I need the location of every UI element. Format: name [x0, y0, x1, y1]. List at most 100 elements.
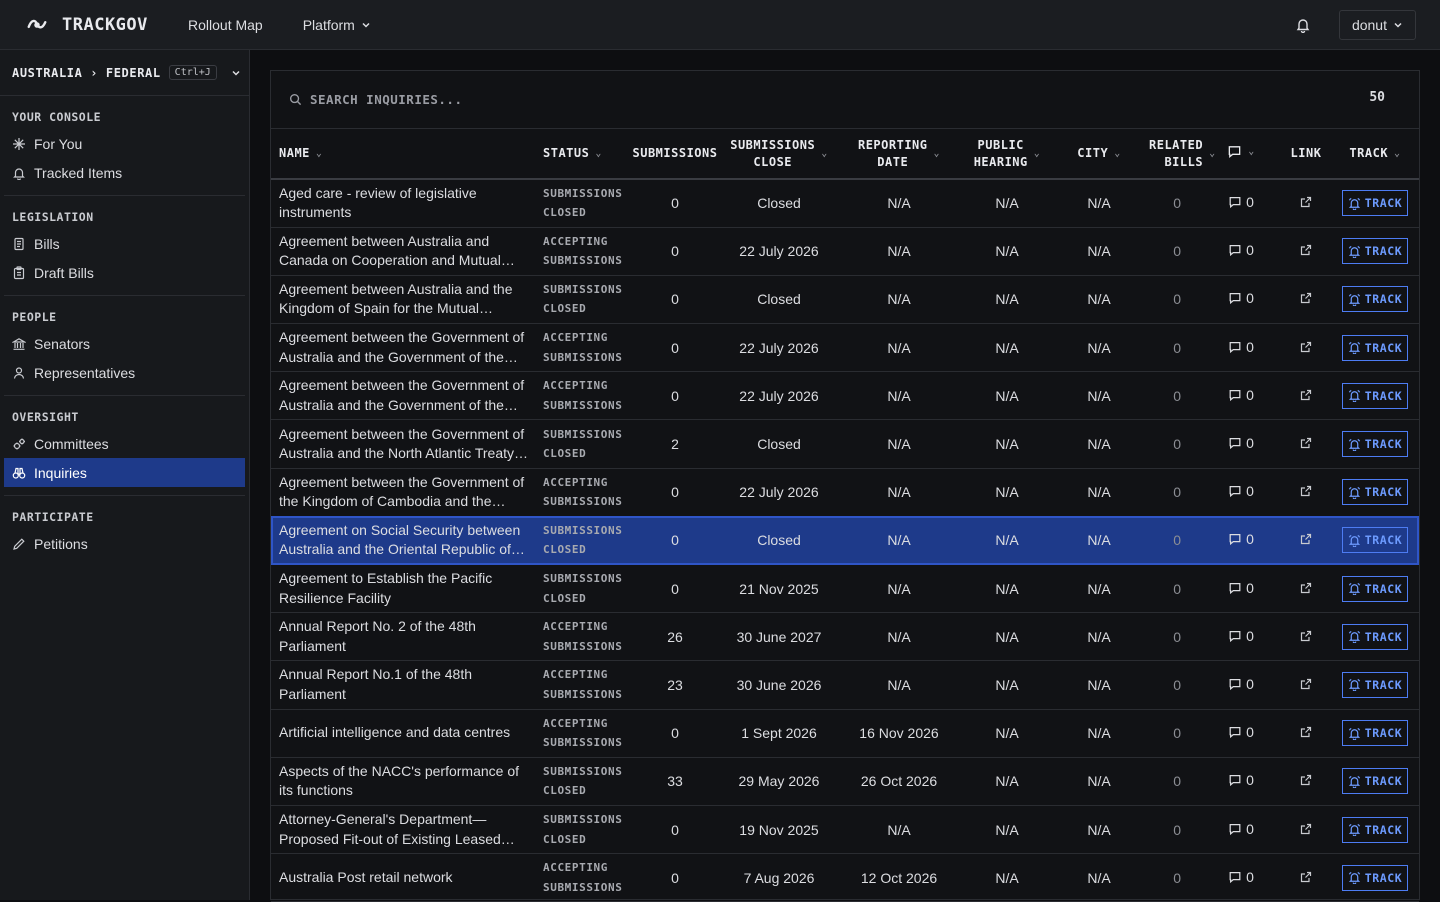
comments-cell[interactable]: 0: [1201, 757, 1281, 805]
external-link-icon[interactable]: [1300, 726, 1312, 738]
inquiry-name[interactable]: Annual Report No.1 of the 48th Parliamen…: [279, 665, 529, 704]
inquiry-name-cell[interactable]: Agreement on Social Security between Aus…: [271, 516, 533, 564]
inquiry-name-cell[interactable]: Attorney-General's Department—Proposed F…: [271, 805, 533, 853]
inquiry-name[interactable]: Aspects of the NACC's performance of its…: [279, 762, 529, 801]
col-header-related-bills[interactable]: RELATED BILLS ⌄: [1149, 129, 1215, 179]
search-input[interactable]: [310, 92, 910, 107]
table-row[interactable]: Aspects of the NACC's performance of its…: [271, 757, 1419, 806]
track-button[interactable]: TRACK: [1341, 671, 1409, 698]
external-link-icon[interactable]: [1300, 774, 1312, 786]
col-header-comments[interactable]: ⌄: [1201, 129, 1281, 179]
comments-cell[interactable]: 0: [1201, 516, 1281, 564]
inquiry-name[interactable]: Annual Report No. 2 of the 48th Parliame…: [279, 617, 529, 656]
table-row[interactable]: Agreement between the Government of Aust…: [271, 420, 1419, 469]
comments-cell[interactable]: 0: [1201, 805, 1281, 853]
inquiry-name-cell[interactable]: Aged care - review of legislative instru…: [271, 179, 533, 227]
col-header-status[interactable]: STATUS ⌄: [533, 129, 625, 179]
sidebar-item-bills[interactable]: Bills: [4, 229, 245, 258]
col-header-public-hearing[interactable]: PUBLIC HEARING ⌄: [965, 129, 1049, 179]
table-row[interactable]: Australia Post retail network ACCEPTING S…: [271, 854, 1419, 902]
notifications-bell-icon[interactable]: [1295, 17, 1311, 33]
track-button[interactable]: TRACK: [1341, 816, 1409, 843]
inquiry-name[interactable]: Agreement between the Government of Aust…: [279, 328, 529, 367]
inquiry-name-cell[interactable]: Agreement between the Government of Aust…: [271, 420, 533, 468]
table-row[interactable]: Agreement between the Government of Aust…: [271, 372, 1419, 420]
sidebar-item-for-you[interactable]: For You: [4, 129, 245, 158]
track-button[interactable]: TRACK: [1341, 334, 1409, 361]
table-row[interactable]: Attorney-General's Department—Proposed F…: [271, 805, 1419, 854]
track-button[interactable]: TRACK: [1341, 623, 1409, 650]
comments-cell[interactable]: 0: [1201, 324, 1281, 372]
track-button[interactable]: TRACK: [1341, 479, 1409, 506]
sidebar-item-senators[interactable]: Senators: [4, 329, 245, 358]
inquiry-name-cell[interactable]: Artificial intelligence and data centres: [271, 709, 533, 757]
inquiry-name-cell[interactable]: Australia Post retail network: [271, 854, 533, 902]
col-header-reporting-date[interactable]: REPORTING DATE ⌄: [833, 129, 965, 179]
inquiry-name-cell[interactable]: Agreement to Establish the Pacific Resil…: [271, 565, 533, 613]
table-row[interactable]: Agreement on Social Security between Aus…: [271, 516, 1419, 565]
external-link-icon[interactable]: [1300, 582, 1312, 594]
inquiry-name-cell[interactable]: Agreement between the Government of the …: [271, 468, 533, 516]
comments-cell[interactable]: 0: [1201, 275, 1281, 323]
table-row[interactable]: Aged care - review of legislative instru…: [271, 179, 1419, 228]
comments-cell[interactable]: 0: [1201, 854, 1281, 902]
external-link-icon[interactable]: [1300, 630, 1312, 642]
inquiry-name[interactable]: Agreement on Social Security between Aus…: [279, 521, 529, 560]
table-row[interactable]: Artificial intelligence and data centres…: [271, 709, 1419, 758]
external-link-icon[interactable]: [1300, 437, 1312, 449]
table-row[interactable]: Agreement to Establish the Pacific Resil…: [271, 565, 1419, 613]
comments-cell[interactable]: 0: [1201, 661, 1281, 709]
comments-cell[interactable]: 0: [1201, 709, 1281, 757]
comments-cell[interactable]: 0: [1201, 179, 1281, 227]
comments-cell[interactable]: 0: [1201, 420, 1281, 468]
user-menu-button[interactable]: donut: [1338, 9, 1416, 40]
external-link-icon[interactable]: [1300, 341, 1312, 353]
inquiry-name[interactable]: Australia Post retail network: [279, 868, 529, 888]
external-link-icon[interactable]: [1300, 871, 1312, 883]
sidebar-item-petitions[interactable]: Petitions: [4, 529, 245, 558]
col-header-track[interactable]: TRACK ⌄: [1331, 129, 1419, 179]
external-link-icon[interactable]: [1300, 823, 1312, 835]
nav-rollout-map[interactable]: Rollout Map: [188, 17, 263, 33]
sidebar-item-inquiries[interactable]: Inquiries: [4, 458, 245, 487]
jurisdiction-switcher[interactable]: AUSTRALIA › FEDERAL Ctrl+J: [0, 50, 249, 96]
external-link-icon[interactable]: [1300, 533, 1312, 545]
inquiry-name[interactable]: Agreement to Establish the Pacific Resil…: [279, 569, 529, 608]
inquiry-name-cell[interactable]: Annual Report No.1 of the 48th Parliamen…: [271, 661, 533, 709]
inquiry-name-cell[interactable]: Agreement between Australia and the King…: [271, 275, 533, 323]
inquiry-name[interactable]: Aged care - review of legislative instru…: [279, 184, 529, 223]
inquiry-name-cell[interactable]: Agreement between the Government of Aust…: [271, 324, 533, 372]
sidebar-item-draft-bills[interactable]: Draft Bills: [4, 258, 245, 287]
logo[interactable]: TRACKGOV: [26, 14, 188, 36]
track-button[interactable]: TRACK: [1341, 527, 1409, 554]
comments-cell[interactable]: 0: [1201, 613, 1281, 661]
table-row[interactable]: Agreement between the Government of the …: [271, 468, 1419, 517]
inquiry-name-cell[interactable]: Aspects of the NACC's performance of its…: [271, 757, 533, 805]
track-button[interactable]: TRACK: [1341, 720, 1409, 747]
table-row[interactable]: Agreement between Australia and the King…: [271, 275, 1419, 324]
external-link-icon[interactable]: [1300, 485, 1312, 497]
track-button[interactable]: TRACK: [1341, 286, 1409, 313]
table-row[interactable]: Annual Report No.1 of the 48th Parliamen…: [271, 661, 1419, 710]
track-button[interactable]: TRACK: [1341, 382, 1409, 409]
external-link-icon[interactable]: [1300, 244, 1312, 256]
table-row[interactable]: Annual Report No. 2 of the 48th Parliame…: [271, 613, 1419, 661]
comments-cell[interactable]: 0: [1201, 565, 1281, 613]
col-header-submissions[interactable]: SUBMISSIONS: [625, 129, 725, 179]
inquiry-name[interactable]: Agreement between the Government of Aust…: [279, 425, 529, 464]
external-link-icon[interactable]: [1300, 678, 1312, 690]
inquiry-name[interactable]: Agreement between Australia and the King…: [279, 280, 529, 319]
inquiry-name[interactable]: Agreement between the Government of the …: [279, 473, 529, 512]
track-button[interactable]: TRACK: [1341, 238, 1409, 265]
inquiry-name-cell[interactable]: Annual Report No. 2 of the 48th Parliame…: [271, 613, 533, 661]
inquiry-name[interactable]: Agreement between the Government of Aust…: [279, 376, 529, 415]
sidebar-item-tracked-items[interactable]: Tracked Items: [4, 158, 245, 187]
inquiry-name-cell[interactable]: Agreement between the Government of Aust…: [271, 372, 533, 420]
track-button[interactable]: TRACK: [1341, 864, 1409, 891]
track-button[interactable]: TRACK: [1341, 431, 1409, 458]
col-header-name[interactable]: NAME ⌄: [271, 129, 533, 179]
col-header-city[interactable]: CITY ⌄: [1049, 129, 1149, 179]
inquiry-name-cell[interactable]: Agreement between Australia and Canada o…: [271, 227, 533, 275]
inquiry-name[interactable]: Artificial intelligence and data centres: [279, 723, 529, 743]
comments-cell[interactable]: 0: [1201, 227, 1281, 275]
